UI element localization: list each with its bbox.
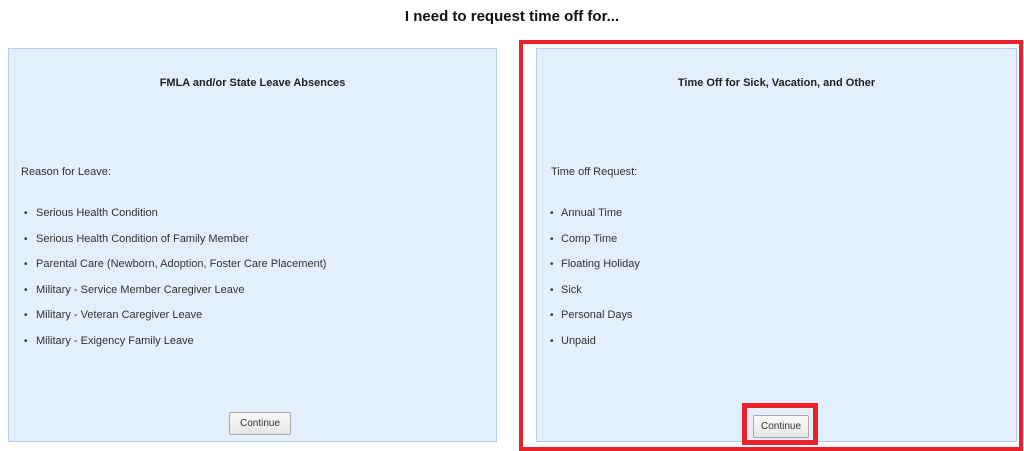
list-item-label: Unpaid <box>561 334 596 347</box>
bullet-icon: • <box>550 259 554 270</box>
list-item: • Serious Health Condition <box>9 201 326 227</box>
list-item: • Annual Time <box>537 201 640 227</box>
list-item-label: Floating Holiday <box>561 258 640 270</box>
bullet-icon: • <box>24 233 28 245</box>
list-item: • Personal Days <box>537 303 640 329</box>
bullet-icon: • <box>550 208 554 219</box>
bullet-icon: • <box>550 233 554 245</box>
list-item-label: Military - Exigency Family Leave <box>36 334 194 347</box>
reason-for-leave-label: Reason for Leave: <box>21 166 111 178</box>
list-item: • Unpaid <box>537 329 640 355</box>
bullet-icon: • <box>24 208 28 219</box>
bullet-icon: • <box>550 310 554 321</box>
list-item: • Sick <box>537 278 640 304</box>
list-item-label: Comp Time <box>561 232 618 245</box>
list-item-label: Annual Time <box>561 207 623 219</box>
fmla-reason-list: • Serious Health Condition • Serious Healt… <box>9 201 326 354</box>
bullet-icon: • <box>24 259 28 270</box>
list-item: • Military - Service Member Caregiver Lea… <box>9 278 326 304</box>
list-item: • Parental Care (Newborn, Adoption, Foste… <box>9 252 326 278</box>
list-item: • Military - Exigency Family Leave <box>9 329 326 355</box>
fmla-leave-panel: FMLA and/or State Leave Absences Reason … <box>8 48 497 442</box>
list-item-label: Sick <box>561 283 582 296</box>
bullet-icon: • <box>550 284 554 296</box>
list-item-label: Military - Veteran Caregiver Leave <box>36 309 203 321</box>
bullet-icon: • <box>24 335 28 347</box>
fmla-continue-button[interactable]: Continue <box>229 412 291 435</box>
list-item-label: Military - Service Member Caregiver Leav… <box>36 283 245 296</box>
list-item-label: Serious Health Condition <box>36 207 158 219</box>
list-item-label: Parental Care (Newborn, Adoption, Foster… <box>36 258 327 270</box>
bullet-icon: • <box>550 335 554 347</box>
list-item: • Floating Holiday <box>537 252 640 278</box>
bullet-icon: • <box>24 310 28 321</box>
list-item: • Military - Veteran Caregiver Leave <box>9 303 326 329</box>
fmla-panel-title: FMLA and/or State Leave Absences <box>159 77 346 89</box>
time-off-request-label: Time off Request: <box>551 166 638 178</box>
list-item: • Comp Time <box>537 227 640 253</box>
page-title: I need to request time off for... <box>404 8 620 25</box>
list-item-label: Personal Days <box>561 309 633 321</box>
time-off-panel-title: Time Off for Sick, Vacation, and Other <box>677 77 876 89</box>
list-item: • Serious Health Condition of Family Memb… <box>9 227 326 253</box>
bullet-icon: • <box>24 284 28 296</box>
time-off-panel: Time Off for Sick, Vacation, and Other T… <box>536 48 1017 442</box>
time-off-continue-button[interactable]: Continue <box>753 415 809 438</box>
list-item-label: Serious Health Condition of Family Membe… <box>36 232 249 245</box>
time-off-type-list: • Annual Time • Comp Time • Floating Holida… <box>537 201 640 354</box>
